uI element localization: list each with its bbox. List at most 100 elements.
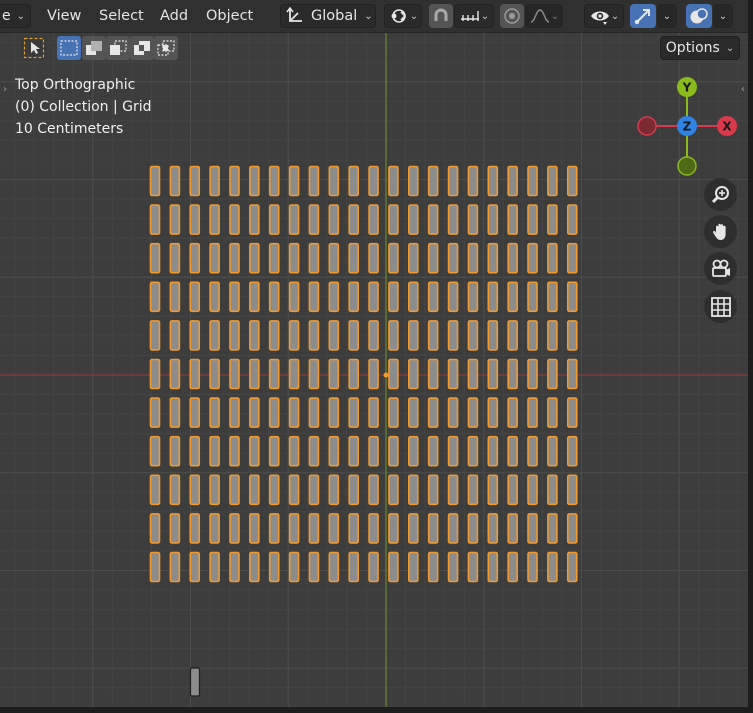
grid-object[interactable]: [547, 204, 558, 235]
grid-object[interactable]: [209, 435, 220, 467]
grid-object[interactable]: [209, 242, 220, 274]
grid-object[interactable]: [249, 551, 260, 583]
grid-object[interactable]: [507, 397, 518, 428]
grid-object[interactable]: [348, 165, 360, 197]
grid-object[interactable]: [229, 397, 240, 428]
grid-object[interactable]: [566, 435, 578, 467]
overlays-toggle[interactable]: [686, 4, 712, 28]
grid-object[interactable]: [268, 474, 280, 506]
grid-object[interactable]: [447, 204, 459, 235]
grid-object[interactable]: [467, 204, 479, 235]
pan-button[interactable]: [704, 215, 737, 248]
grid-object[interactable]: [189, 397, 201, 428]
grid-object[interactable]: [249, 474, 260, 506]
grid-object[interactable]: [249, 358, 260, 390]
grid-object[interactable]: [427, 435, 439, 467]
grid-object[interactable]: [408, 358, 419, 390]
grid-object[interactable]: [487, 320, 499, 351]
proportional-falloff-dropdown[interactable]: ⌄: [525, 4, 563, 28]
grid-object[interactable]: [268, 358, 280, 390]
grid-object[interactable]: [189, 204, 201, 235]
grid-object[interactable]: [547, 397, 558, 428]
grid-object[interactable]: [189, 513, 201, 544]
grid-object[interactable]: [288, 513, 300, 544]
navigation-gizmo[interactable]: Y X Z: [628, 70, 744, 180]
grid-object[interactable]: [229, 320, 240, 351]
grid-object[interactable]: [427, 551, 439, 583]
grid-object[interactable]: [348, 358, 360, 390]
gizmo-neg-y[interactable]: [677, 156, 697, 176]
grid-object[interactable]: [288, 397, 300, 428]
grid-object[interactable]: [447, 513, 459, 544]
grid-object[interactable]: [408, 551, 419, 583]
grid-object[interactable]: [467, 513, 479, 544]
grid-object[interactable]: [368, 397, 379, 428]
grid-object[interactable]: [507, 551, 518, 583]
grid-object[interactable]: [467, 281, 479, 313]
grid-object[interactable]: [507, 281, 518, 313]
grid-object[interactable]: [566, 320, 578, 351]
grid-object[interactable]: [328, 242, 340, 274]
grid-object[interactable]: [427, 165, 439, 197]
grid-object[interactable]: [527, 397, 538, 428]
grid-object[interactable]: [487, 281, 499, 313]
grid-object[interactable]: [308, 281, 320, 313]
grid-object[interactable]: [507, 165, 518, 197]
grid-object[interactable]: [547, 513, 558, 544]
grid-object[interactable]: [288, 435, 300, 467]
grid-object[interactable]: [169, 551, 181, 583]
grid-object[interactable]: [368, 242, 379, 274]
grid-object[interactable]: [328, 474, 340, 506]
grid-object[interactable]: [566, 397, 578, 428]
grid-object[interactable]: [388, 435, 399, 467]
gizmo-toggle[interactable]: [630, 4, 656, 28]
grid-object[interactable]: [229, 435, 240, 467]
grid-object[interactable]: [348, 320, 360, 351]
grid-object[interactable]: [348, 435, 360, 467]
grid-object[interactable]: [169, 397, 181, 428]
grid-object[interactable]: [388, 474, 399, 506]
grid-object[interactable]: [368, 358, 379, 390]
grid-object[interactable]: [408, 513, 419, 544]
grid-object[interactable]: [527, 242, 538, 274]
grid-object[interactable]: [427, 242, 439, 274]
grid-object[interactable]: [388, 204, 399, 235]
grid-object[interactable]: [507, 242, 518, 274]
grid-object[interactable]: [288, 281, 300, 313]
grid-object[interactable]: [368, 165, 379, 197]
grid-object[interactable]: [547, 281, 558, 313]
grid-object[interactable]: [308, 204, 320, 235]
grid-object[interactable]: [427, 358, 439, 390]
grid-object[interactable]: [408, 320, 419, 351]
menu-add[interactable]: Add: [160, 5, 188, 27]
grid-object[interactable]: [527, 320, 538, 351]
grid-object[interactable]: [408, 397, 419, 428]
grid-object[interactable]: [149, 242, 161, 274]
grid-object[interactable]: [149, 204, 161, 235]
grid-object[interactable]: [527, 204, 538, 235]
grid-object[interactable]: [348, 474, 360, 506]
grid-object[interactable]: [308, 165, 320, 197]
grid-object[interactable]: [467, 551, 479, 583]
grid-object[interactable]: [408, 474, 419, 506]
grid-object[interactable]: [368, 281, 379, 313]
grid-object[interactable]: [348, 281, 360, 313]
grid-object[interactable]: [507, 513, 518, 544]
grid-object[interactable]: [169, 281, 181, 313]
grid-object[interactable]: [566, 204, 578, 235]
grid-object[interactable]: [408, 435, 419, 467]
box-select-extend-button[interactable]: [82, 36, 106, 60]
box-select-subtract-button[interactable]: [106, 36, 130, 60]
grid-object[interactable]: [268, 165, 280, 197]
grid-object[interactable]: [328, 435, 340, 467]
grid-object[interactable]: [189, 242, 201, 274]
grid-object[interactable]: [507, 435, 518, 467]
grid-object[interactable]: [268, 204, 280, 235]
grid-object[interactable]: [189, 320, 201, 351]
grid-object[interactable]: [189, 281, 201, 313]
grid-object[interactable]: [527, 165, 538, 197]
grid-object[interactable]: [149, 513, 161, 544]
grid-object[interactable]: [328, 320, 340, 351]
grid-object[interactable]: [268, 242, 280, 274]
grid-object[interactable]: [487, 204, 499, 235]
